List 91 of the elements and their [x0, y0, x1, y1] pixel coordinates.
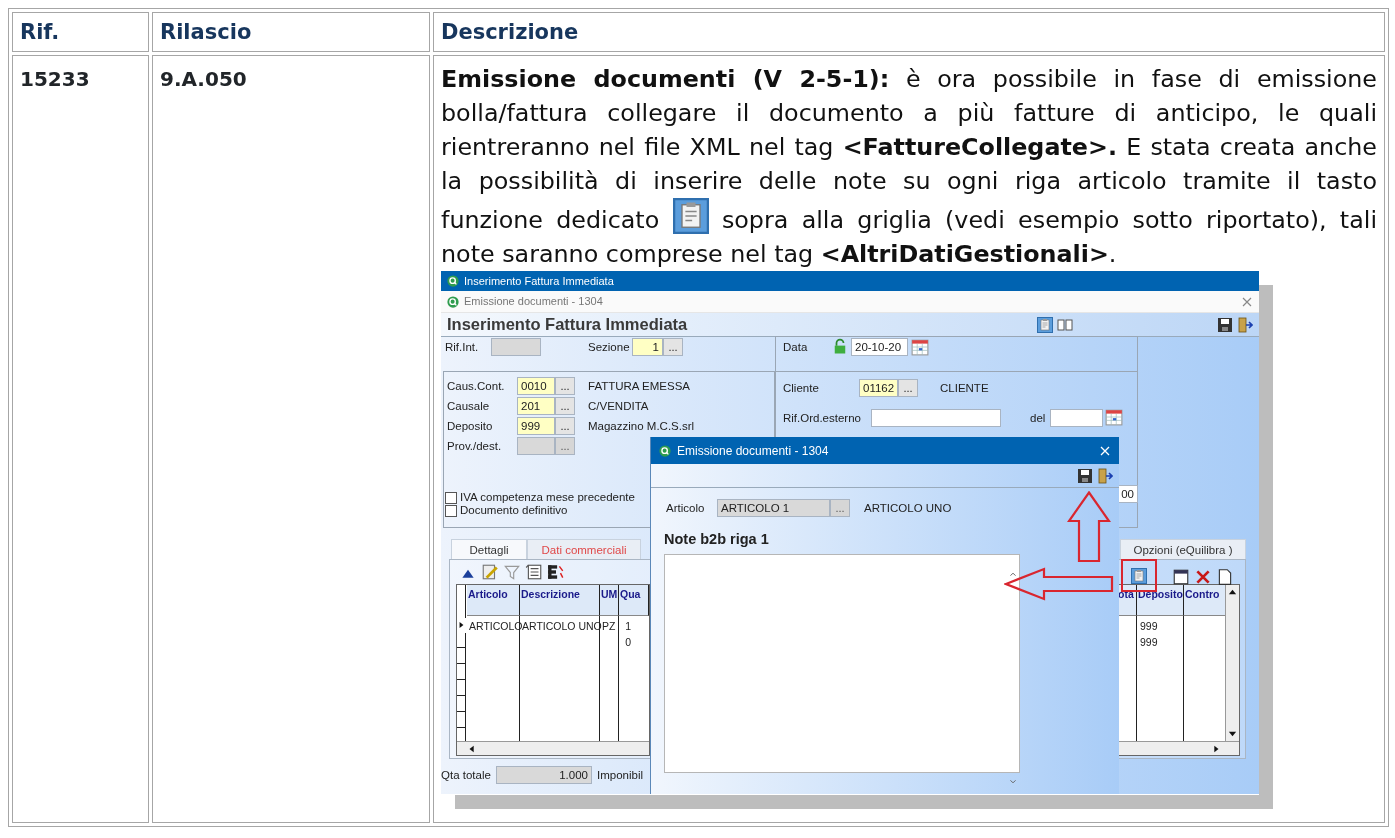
tab[interactable]: Opzioni (eQuilibra ): [1120, 539, 1246, 559]
notes-icon: [672, 198, 709, 234]
sezione-field[interactable]: 1: [632, 338, 663, 356]
checkbox[interactable]: [445, 505, 457, 517]
save-icon[interactable]: [1077, 467, 1093, 484]
column-header: Articolo: [467, 585, 520, 616]
notes-icon[interactable]: [1131, 567, 1147, 584]
rif-field[interactable]: [491, 338, 541, 356]
code-field[interactable]: 0010: [517, 377, 555, 395]
table-cell-text: 1: [624, 619, 632, 634]
window-title: Inserimento Fattura Immediata: [464, 273, 614, 289]
list-icon[interactable]: [524, 563, 544, 581]
padlock-icon: [833, 338, 847, 355]
lookup-button[interactable]: ...: [898, 379, 918, 397]
scroll-right-icon[interactable]: [1211, 744, 1221, 754]
code-field[interactable]: 01162: [859, 379, 898, 397]
field-description: FATTURA EMESSA: [588, 379, 691, 394]
checkbox-label: Documento definitivo: [460, 503, 568, 518]
column-header: Deposito: [1137, 585, 1184, 616]
column-header: Rif.: [20, 19, 61, 46]
field-label: Rif.Ord.esterno: [783, 411, 861, 426]
lookup-button[interactable]: ...: [830, 499, 850, 517]
lookup-button[interactable]: ...: [555, 397, 575, 415]
order-field[interactable]: [871, 409, 1001, 427]
export-icon[interactable]: [546, 563, 566, 581]
note-heading: Note b2b riga 1: [664, 530, 770, 549]
field-description: Magazzino M.C.S.srl: [588, 419, 695, 434]
field-description: CLIENTE: [940, 381, 989, 396]
columns-icon[interactable]: [1057, 316, 1073, 333]
checkbox-label: IVA competenza mese precedente: [460, 490, 635, 505]
vertical-scrollbar[interactable]: [1225, 585, 1239, 741]
tab-title: Emissione documenti - 1304: [464, 294, 604, 310]
lookup-button[interactable]: ...: [555, 417, 575, 435]
column-header: UM: [600, 585, 619, 616]
table-cell-text: 999: [1139, 635, 1159, 650]
lookup-button[interactable]: ...: [663, 338, 683, 356]
code-field[interactable]: 999: [517, 417, 555, 435]
checkbox[interactable]: [445, 492, 457, 504]
field-description: C/VENDITA: [588, 399, 649, 414]
field-label: del: [1030, 411, 1046, 426]
release-number: 9.A.050: [160, 66, 248, 93]
exit-icon[interactable]: [1237, 316, 1253, 333]
pointer-arrow: [1067, 491, 1111, 563]
reference-number: 15233: [20, 66, 91, 93]
code-field[interactable]: 201: [517, 397, 555, 415]
notes-icon[interactable]: [1037, 316, 1053, 333]
field-label: Qta totale: [441, 768, 491, 783]
app-logo-icon: [659, 444, 671, 457]
field-description: ARTICOLO UNO: [864, 501, 952, 516]
app-logo-icon: [447, 275, 459, 287]
field-label: Cliente: [783, 381, 819, 396]
horizontal-scrollbar[interactable]: [1117, 741, 1239, 755]
save-icon[interactable]: [1217, 316, 1233, 333]
date-field[interactable]: 20-10-20: [851, 338, 908, 356]
tab[interactable]: Dati commerciali: [527, 539, 641, 559]
field-label: Data: [783, 340, 808, 355]
field-label: Deposito: [447, 419, 493, 434]
window-icon[interactable]: [1171, 568, 1191, 586]
table-cell-text: PZ: [601, 619, 617, 634]
table-cell-text: 0: [624, 635, 632, 650]
tab[interactable]: Dettagli: [451, 539, 527, 559]
column-header: Descrizione: [441, 19, 580, 46]
amount-field[interactable]: 00: [1117, 485, 1138, 503]
close-icon[interactable]: [1241, 295, 1253, 308]
description-paragraph: Emissione documenti (V 2-5-1): è ora possibile in fase di emissione bolla/fattura collegare il documento a più fatture di anticipo, le quali rientreranno nel file XML nel tag <FattureCollegate>. E stata creata anche la possibilità di inserire delle note su ogni riga articolo tramite il tasto funzione dedicato sopra alla griglia (vedi esempio sotto riportato), tali note saranno comprese nel tag <AltriDatiGestionali>.: [441, 64, 1377, 270]
table-cell-text: 999: [1139, 619, 1159, 634]
form-title: Inserimento Fattura Immediata: [447, 314, 688, 336]
edit-icon[interactable]: [480, 563, 500, 581]
dialog-title: Emissione documenti - 1304: [677, 442, 830, 460]
field-label: Articolo: [666, 501, 705, 516]
total-field: 1.000: [496, 766, 592, 784]
article-field[interactable]: ARTICOLO 1: [717, 499, 830, 517]
column-header: Descrizione: [520, 585, 600, 616]
calendar-icon[interactable]: [1105, 408, 1123, 426]
date-field[interactable]: [1050, 409, 1103, 427]
horizontal-scrollbar[interactable]: [457, 741, 649, 755]
column-header: Contro: [1184, 585, 1226, 616]
scroll-left-icon[interactable]: [467, 744, 477, 754]
field-label: Prov./dest.: [447, 439, 502, 454]
app-logo-icon: [447, 295, 459, 308]
column-header: Rilascio: [160, 19, 253, 46]
field-label: Causale: [447, 399, 490, 414]
current-row-icon: [458, 620, 465, 630]
column-header: Qua: [619, 585, 649, 616]
field-label: Rif.Int.: [445, 340, 479, 355]
calendar-icon[interactable]: [911, 338, 929, 356]
field-label: Sezione: [588, 340, 630, 355]
lookup-button[interactable]: ...: [555, 377, 575, 395]
exit-icon[interactable]: [1097, 467, 1113, 484]
field-label: Imponibil: [597, 768, 644, 783]
field-label: Caus.Cont.: [447, 379, 505, 394]
